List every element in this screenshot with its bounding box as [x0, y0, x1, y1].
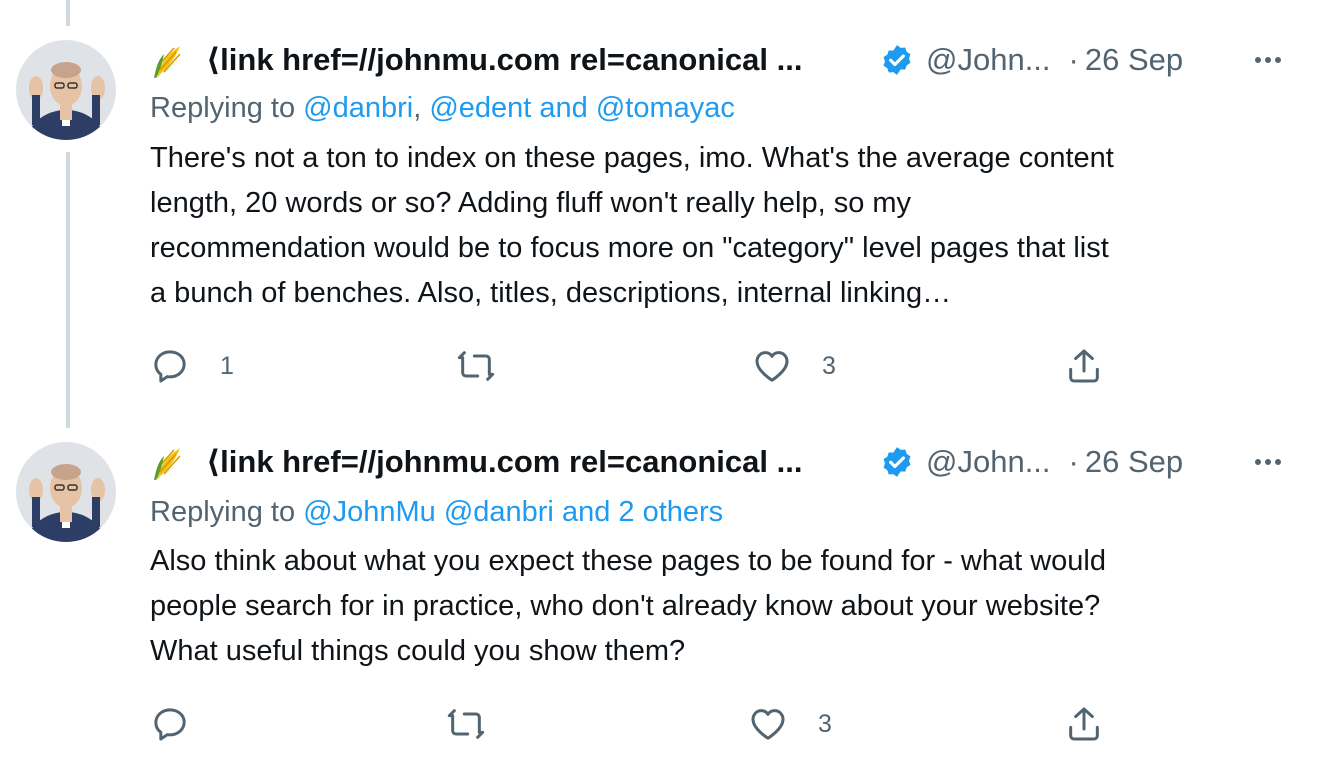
verified-badge-icon	[883, 45, 911, 75]
more-icon[interactable]	[1248, 447, 1288, 477]
tweet-1[interactable]: ⟨link href=//johnmu.com rel=canonical ..…	[0, 0, 1339, 420]
tweet-text-line: Also think about what you expect these p…	[150, 545, 1106, 577]
like-count: 3	[818, 709, 832, 738]
like-button[interactable]: 3	[748, 704, 832, 744]
replying-to: Replying to @JohnMu @danbri and 2 others	[150, 496, 723, 529]
replying-prefix: Replying to	[150, 92, 296, 124]
tweet-text-line: length, 20 words or so? Adding fluff won…	[150, 187, 912, 219]
tweet-text: There's not a ton to index on these page…	[150, 136, 1310, 316]
display-name[interactable]: ⟨link href=//johnmu.com rel=canonical ..…	[206, 42, 866, 78]
mention-separator: ,	[413, 92, 422, 124]
avatar[interactable]	[16, 40, 116, 140]
retweet-icon	[447, 709, 485, 739]
avatar[interactable]	[16, 442, 116, 542]
user-handle[interactable]: @John...	[926, 444, 1051, 480]
tweet-text-line: There's not a ton to index on these page…	[150, 142, 1114, 174]
reply-button[interactable]: 1	[150, 346, 234, 386]
retweet-button[interactable]	[456, 346, 496, 386]
share-button[interactable]	[1064, 704, 1104, 744]
reply-count: 1	[220, 351, 234, 380]
tweet-text-line: What useful things could you show them?	[150, 635, 686, 667]
tweet-text: Also think about what you expect these p…	[150, 539, 1310, 674]
tweet-text-line: recommendation would be to focus more on…	[150, 232, 1109, 264]
more-icon[interactable]	[1248, 45, 1288, 75]
mention-link[interactable]: @JohnMu @danbri	[303, 496, 554, 528]
verified-badge-icon	[883, 447, 911, 477]
tweet-date[interactable]: 26 Sep	[1085, 444, 1183, 480]
tweet-text-line: a bunch of benches. Also, titles, descri…	[150, 277, 952, 309]
mention-link[interactable]: @danbri	[303, 92, 413, 124]
share-icon	[1069, 349, 1099, 383]
like-count: 3	[822, 351, 836, 380]
corn-emoji-icon	[154, 448, 181, 480]
tweet-2[interactable]: ⟨link href=//johnmu.com rel=canonical ..…	[0, 420, 1339, 765]
retweet-icon	[457, 351, 495, 381]
tweet-header: ⟨link href=//johnmu.com rel=canonical ..…	[150, 38, 1183, 82]
like-icon	[755, 351, 789, 382]
retweet-button[interactable]	[446, 704, 486, 744]
corn-emoji-icon	[154, 46, 181, 78]
user-handle[interactable]: @John...	[926, 42, 1051, 78]
tweet-text-line: people search for in practice, who don't…	[150, 590, 1101, 622]
header-separator: ·	[1068, 444, 1079, 479]
tweet-actions: 1 3	[150, 346, 1150, 386]
share-button[interactable]	[1064, 346, 1104, 386]
header-separator: ·	[1068, 42, 1079, 77]
display-name[interactable]: ⟨link href=//johnmu.com rel=canonical ..…	[206, 444, 866, 480]
share-icon	[1069, 707, 1099, 741]
reply-icon	[154, 350, 186, 383]
replying-prefix: Replying to	[150, 496, 296, 528]
tweet-actions: 3	[150, 704, 1150, 744]
tweet-header: ⟨link href=//johnmu.com rel=canonical ..…	[150, 440, 1183, 484]
replying-to: Replying to @danbri, @edent and @tomayac	[150, 92, 735, 125]
mention-link[interactable]: @edent and @tomayac	[429, 92, 735, 124]
like-button[interactable]: 3	[752, 346, 836, 386]
reply-button[interactable]	[150, 704, 190, 744]
mention-link[interactable]: and 2 others	[554, 496, 723, 528]
tweet-date[interactable]: 26 Sep	[1085, 42, 1183, 78]
like-icon	[751, 709, 785, 740]
reply-icon	[154, 708, 186, 741]
